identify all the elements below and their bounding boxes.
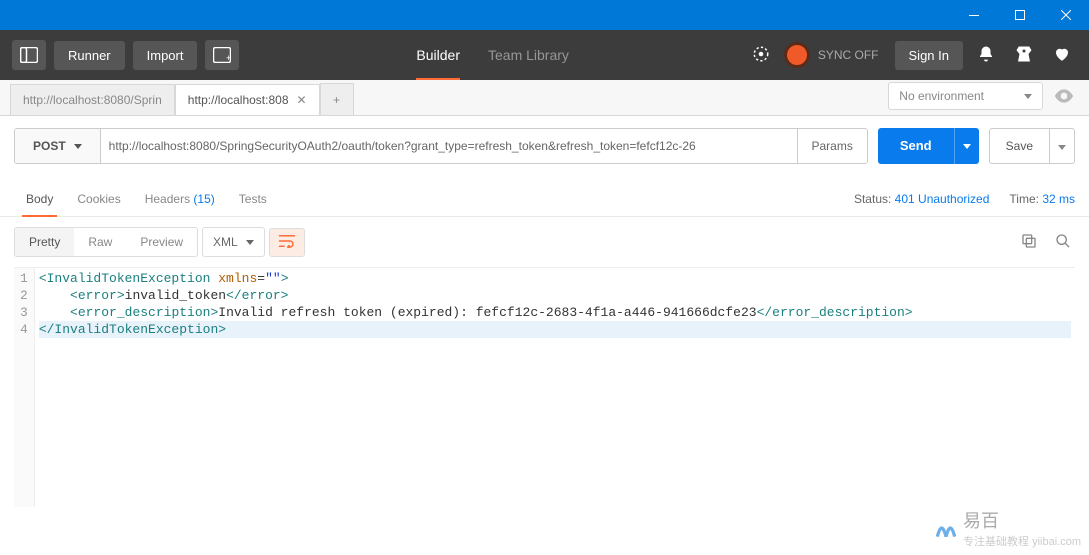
time-value: 32 ms: [1042, 192, 1075, 206]
send-group: Send: [878, 128, 979, 164]
builder-tab[interactable]: Builder: [416, 30, 460, 80]
response-tabs: Body Cookies Headers (15) Tests Status: …: [0, 182, 1089, 217]
tests-tab[interactable]: Tests: [227, 182, 279, 216]
response-toolbar: Pretty Raw Preview XML: [0, 217, 1089, 267]
code-lines: <InvalidTokenException xmlns=""> <error>…: [35, 268, 1075, 507]
notifications-icon[interactable]: [971, 39, 1001, 72]
format-label: XML: [213, 235, 238, 249]
chevron-down-icon: [74, 144, 82, 149]
cookies-tab[interactable]: Cookies: [65, 182, 132, 216]
heart-icon[interactable]: [1047, 39, 1077, 72]
request-area: POST Params Send Save: [0, 116, 1089, 176]
team-library-tab[interactable]: Team Library: [488, 30, 569, 80]
minimize-button[interactable]: [951, 0, 997, 30]
search-icon[interactable]: [1051, 229, 1075, 256]
save-button[interactable]: Save: [990, 129, 1049, 163]
status-label: Status:: [854, 192, 891, 206]
close-button[interactable]: [1043, 0, 1089, 30]
url-input[interactable]: [101, 129, 797, 163]
close-tab-icon[interactable]: ✕: [297, 93, 307, 107]
tab-label: http://localhost:808: [188, 93, 289, 107]
toggle-sidebar-button[interactable]: [12, 40, 46, 70]
request-input-group: POST Params: [14, 128, 868, 164]
tab-active[interactable]: http://localhost:808 ✕: [175, 84, 320, 115]
center-tabs: Builder Team Library: [416, 30, 569, 80]
format-select[interactable]: XML: [202, 227, 265, 257]
sign-in-button[interactable]: Sign In: [895, 41, 963, 70]
save-dropdown[interactable]: [1049, 129, 1074, 163]
view-mode-segment: Pretty Raw Preview: [14, 227, 198, 257]
body-tab[interactable]: Body: [14, 182, 65, 216]
line-gutter: 1 2 3 4: [14, 268, 35, 507]
maximize-button[interactable]: [997, 0, 1043, 30]
send-dropdown[interactable]: [954, 128, 979, 164]
response-status: Status: 401 Unauthorized Time: 32 ms: [854, 192, 1075, 206]
import-button[interactable]: Import: [133, 41, 198, 70]
chevron-down-icon: [1058, 145, 1066, 150]
chevron-down-icon: [963, 144, 971, 149]
response-body-viewer[interactable]: 1 2 3 4 <InvalidTokenException xmlns="">…: [14, 267, 1075, 507]
save-group: Save: [989, 128, 1075, 164]
watermark: 易百 专注基础教程 yiibai.com: [933, 507, 1081, 549]
environment-label: No environment: [899, 89, 984, 103]
tab-label: http://localhost:8080/Sprin: [23, 93, 162, 107]
headers-label: Headers: [145, 192, 190, 206]
runner-button[interactable]: Runner: [54, 41, 125, 70]
settings-icon[interactable]: [1009, 39, 1039, 72]
pretty-view-button[interactable]: Pretty: [15, 228, 74, 256]
window-titlebar: [0, 0, 1089, 30]
method-label: POST: [33, 139, 66, 153]
headers-tab[interactable]: Headers (15): [133, 182, 227, 216]
send-button[interactable]: Send: [878, 128, 954, 164]
preview-view-button[interactable]: Preview: [126, 228, 197, 256]
chevron-down-icon: [246, 240, 254, 245]
params-button[interactable]: Params: [797, 129, 867, 163]
raw-view-button[interactable]: Raw: [74, 228, 126, 256]
time-label: Time:: [1009, 192, 1039, 206]
svg-text:+: +: [226, 53, 231, 63]
new-tab-button[interactable]: +: [205, 40, 239, 70]
tab-inactive[interactable]: http://localhost:8080/Sprin: [10, 84, 175, 115]
app-header: Runner Import + Builder Team Library SYN…: [0, 30, 1089, 80]
environment-select[interactable]: No environment: [888, 82, 1043, 110]
method-select[interactable]: POST: [15, 129, 101, 163]
capture-icon[interactable]: [746, 39, 776, 72]
status-value: 401 Unauthorized: [895, 192, 990, 206]
sync-status-label: SYNC OFF: [818, 48, 879, 62]
sync-status-icon[interactable]: [784, 42, 810, 68]
wrap-lines-button[interactable]: [269, 228, 305, 257]
add-tab-button[interactable]: +: [320, 83, 354, 115]
chevron-down-icon: [1024, 94, 1032, 99]
environment-preview-icon[interactable]: [1049, 82, 1079, 110]
headers-count: (15): [193, 192, 214, 206]
copy-icon[interactable]: [1017, 229, 1041, 256]
